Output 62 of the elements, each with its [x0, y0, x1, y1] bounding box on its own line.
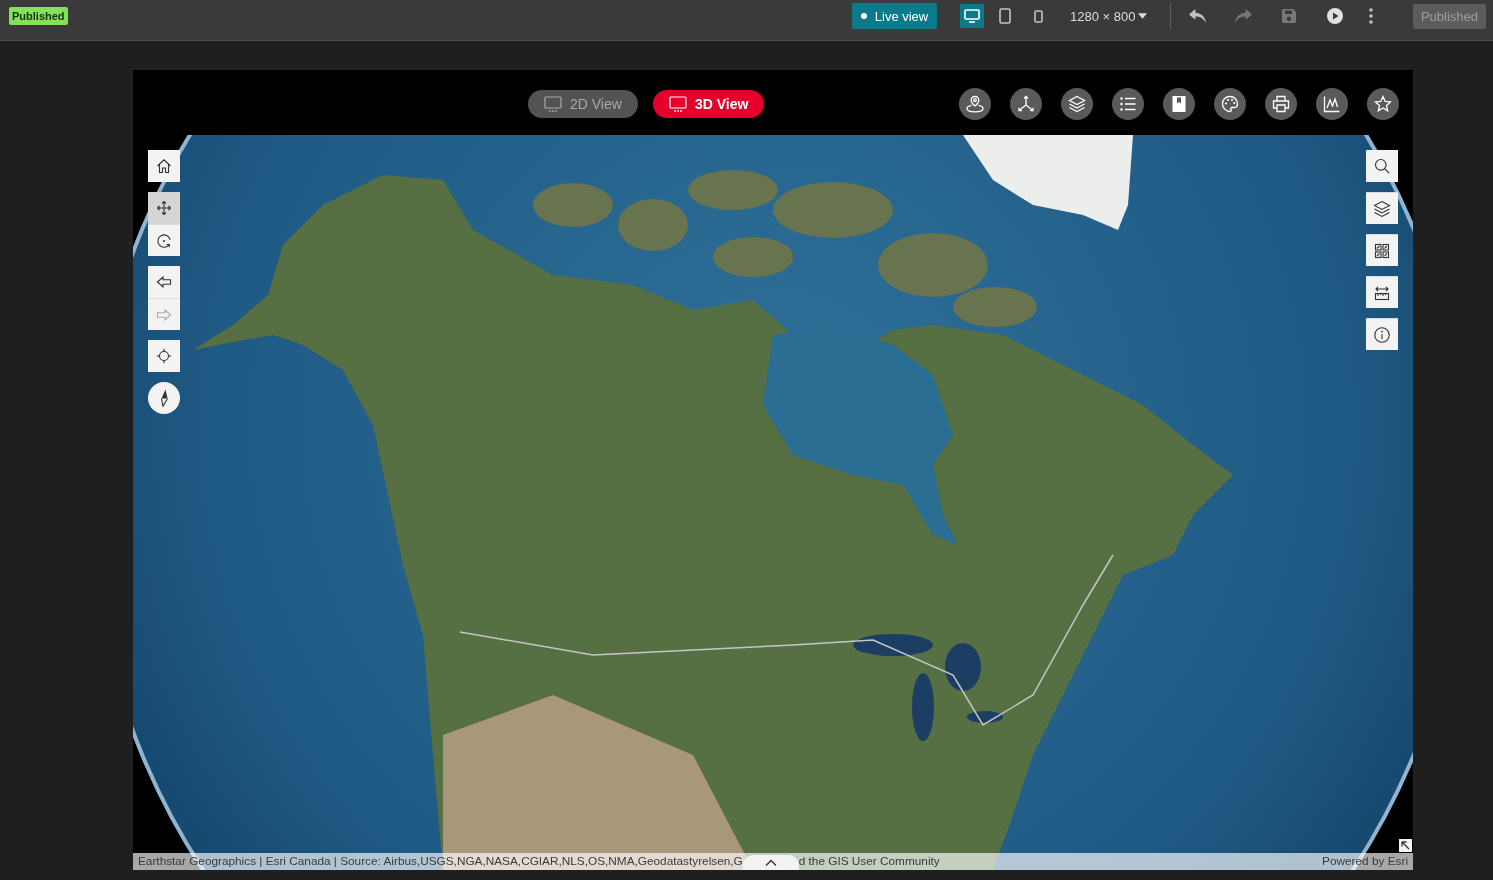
- caret-up-icon: [764, 859, 777, 866]
- attribution-text: Earthstar Geographics | Esri Canada | Source: Airbus,USGS,NGA,NASA,CGIAR,NLS,OS,NMA,Geodatastyrelsen,G: [138, 854, 743, 870]
- view-tab[interactable]: 2D View: [528, 90, 638, 118]
- circular-arrow-icon: [156, 232, 172, 249]
- pin-button[interactable]: [959, 88, 991, 120]
- locate-button[interactable]: [148, 340, 180, 372]
- printer-icon: [1272, 95, 1290, 113]
- left-arrow-icon: [156, 274, 172, 290]
- list-button[interactable]: [1112, 88, 1144, 120]
- redo-arrow-icon: [1234, 9, 1252, 23]
- caret-down-icon: [1138, 13, 1148, 19]
- search-icon: [1374, 158, 1390, 174]
- compass-needle-icon: [159, 389, 169, 407]
- bookmark-button[interactable]: [1163, 88, 1195, 120]
- line-chart-icon: [1323, 95, 1341, 113]
- palette-button[interactable]: [1214, 88, 1246, 120]
- layers-icon: [1068, 95, 1086, 113]
- palette-icon: [1221, 95, 1239, 113]
- crosshair-icon: [156, 348, 172, 364]
- ruler-arrows-icon: [1374, 284, 1390, 301]
- desktop-preview-button[interactable]: [960, 4, 984, 28]
- monitor-icon: [668, 96, 687, 112]
- view-tab[interactable]: 3D View: [652, 90, 765, 118]
- more-icon: [1369, 8, 1373, 24]
- star-button[interactable]: [1367, 88, 1399, 120]
- status-badge: Published: [9, 7, 68, 25]
- info-button[interactable]: [1366, 318, 1398, 350]
- pan-button[interactable]: [148, 192, 180, 224]
- attribution-text: d the GIS User Community: [798, 854, 940, 870]
- grid-icon: [1374, 242, 1390, 259]
- rotate-button[interactable]: [148, 224, 180, 256]
- axes-button[interactable]: [1010, 88, 1042, 120]
- monitor-icon: [544, 96, 562, 112]
- map-pin-icon: [966, 95, 984, 113]
- bookmark-icon: [1170, 95, 1188, 113]
- list-icon: [1119, 95, 1137, 113]
- home-icon: [156, 158, 172, 174]
- move-arrows-icon: [156, 200, 172, 216]
- basemap-button[interactable]: [1366, 234, 1398, 266]
- layers-button[interactable]: [1061, 88, 1093, 120]
- tablet-icon: [999, 8, 1011, 24]
- print-button[interactable]: [1265, 88, 1297, 120]
- info-icon: [1374, 326, 1390, 343]
- expand-tab[interactable]: [742, 855, 799, 870]
- monitor-icon: [964, 9, 980, 23]
- chart-button[interactable]: [1316, 88, 1348, 120]
- back-button[interactable]: [148, 266, 180, 298]
- powered-by-link[interactable]: Powered by Esri: [1322, 854, 1408, 870]
- star-icon: [1374, 95, 1392, 113]
- live-view-button[interactable]: Live view: [852, 3, 937, 29]
- measure-button[interactable]: [1366, 276, 1398, 308]
- home-button[interactable]: [148, 150, 180, 182]
- screen-size-dropdown[interactable]: 1280 × 800: [1070, 3, 1150, 29]
- corner-arrow-icon: [1399, 839, 1412, 852]
- search-button[interactable]: [1366, 150, 1398, 182]
- layers-icon: [1373, 199, 1391, 218]
- dot-icon: [860, 13, 867, 19]
- undo-arrow-icon: [1188, 9, 1206, 23]
- layers-button[interactable]: [1366, 192, 1398, 224]
- phone-icon: [1033, 9, 1043, 23]
- right-arrow-icon: [156, 306, 172, 323]
- axes-icon: [1017, 95, 1035, 113]
